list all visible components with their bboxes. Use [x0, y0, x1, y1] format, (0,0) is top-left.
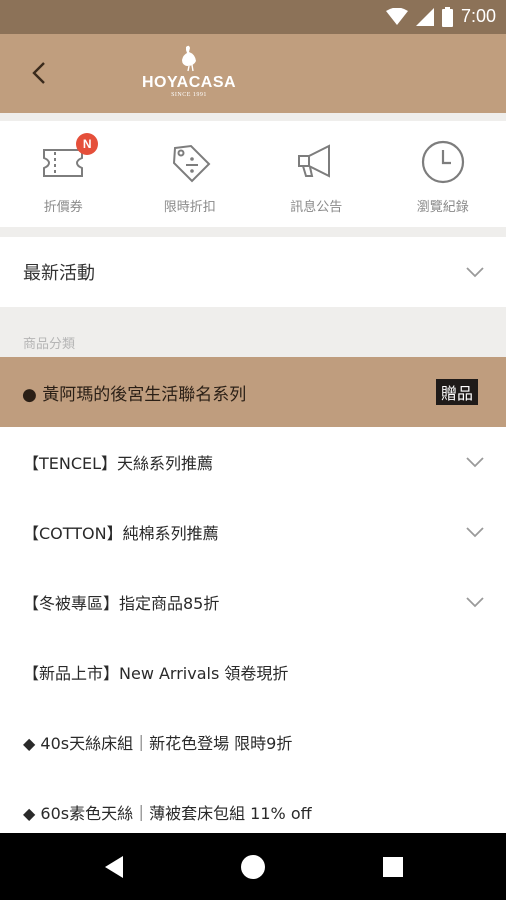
clock-icon [418, 137, 468, 187]
quick-menu-label: 瀏覽紀錄 [416, 200, 469, 215]
chevron-down-icon [466, 527, 484, 538]
status-bar: 7:00 [0, 0, 506, 34]
chevron-down-icon [466, 597, 484, 608]
category-label: 【TENCEL】天絲系列推薦 [23, 454, 214, 473]
square-recents-icon [383, 857, 403, 877]
category-highlight-label: ● 黃阿瑪的後宮生活聯名系列 [22, 384, 247, 405]
category-row[interactable]: ◆ 60s素色天絲｜薄被套床包組 11% off [0, 777, 506, 833]
nav-home-button[interactable] [239, 853, 267, 881]
brand-logo: HOYACASA SINCE 1991 [130, 44, 248, 106]
nav-back-button[interactable] [100, 853, 128, 881]
category-row[interactable]: 【TENCEL】天絲系列推薦 [0, 427, 506, 497]
chevron-down-icon [466, 457, 484, 468]
category-list: 【TENCEL】天絲系列推薦 【COTTON】純棉系列推薦 【冬被專區】指定商品… [0, 427, 506, 833]
chevron-left-icon [32, 62, 45, 84]
discount-tag-icon [165, 137, 215, 187]
logo-name: HOYACASA [141, 74, 237, 91]
quick-menu: N 折價券 限時折扣 訊息公告 瀏覽紀錄 [0, 121, 506, 227]
triangle-back-icon [105, 856, 123, 878]
quick-menu-label: 限時折扣 [163, 200, 216, 215]
category-section-header: 商品分類 [23, 337, 76, 352]
quick-menu-label: 折價券 [43, 200, 83, 215]
category-row[interactable]: 【冬被專區】指定商品85折 [0, 567, 506, 637]
latest-activities-label: 最新活動 [23, 263, 95, 284]
quick-menu-history[interactable]: 瀏覽紀錄 [380, 121, 506, 227]
status-time: 7:00 [460, 6, 496, 26]
coupon-badge: N [76, 133, 99, 155]
signal-icon [415, 7, 434, 26]
latest-activities-row[interactable]: 最新活動 [0, 237, 506, 307]
bird-logo-icon [182, 45, 196, 72]
category-label: ◆ 40s天絲床組｜新花色登場 限時9折 [23, 734, 293, 753]
chevron-down-icon [466, 267, 484, 278]
logo-since: SINCE 1991 [171, 92, 207, 98]
back-button[interactable] [22, 56, 56, 90]
nav-recents-button[interactable] [379, 853, 407, 881]
circle-home-icon [241, 855, 265, 879]
status-icons: 7:00 [385, 6, 496, 27]
category-label: ◆ 60s素色天絲｜薄被套床包組 11% off [23, 804, 312, 823]
quick-menu-announcements[interactable]: 訊息公告 [253, 121, 380, 227]
system-nav-bar [0, 833, 506, 900]
quick-menu-label: 訊息公告 [290, 200, 343, 215]
category-row[interactable]: 【新品上市】New Arrivals 領卷現折 [0, 637, 506, 707]
category-highlight-row[interactable]: ● 黃阿瑪的後宮生活聯名系列 贈品 [0, 357, 506, 427]
app-bar: HOYACASA SINCE 1991 [0, 34, 506, 113]
wifi-icon [385, 7, 408, 25]
megaphone-icon [291, 137, 341, 187]
category-row[interactable]: 【COTTON】純棉系列推薦 [0, 497, 506, 567]
battery-icon [441, 6, 453, 27]
category-row[interactable]: ◆ 40s天絲床組｜新花色登場 限時9折 [0, 707, 506, 777]
quick-menu-coupon[interactable]: N 折價券 [0, 121, 127, 227]
quick-menu-discount[interactable]: 限時折扣 [127, 121, 254, 227]
category-label: 【COTTON】純棉系列推薦 [23, 524, 219, 543]
coupon-icon: N [38, 133, 99, 187]
category-label: 【冬被專區】指定商品85折 [23, 594, 220, 613]
category-label: 【新品上市】New Arrivals 領卷現折 [23, 664, 289, 683]
gift-tag: 贈品 [435, 379, 478, 405]
